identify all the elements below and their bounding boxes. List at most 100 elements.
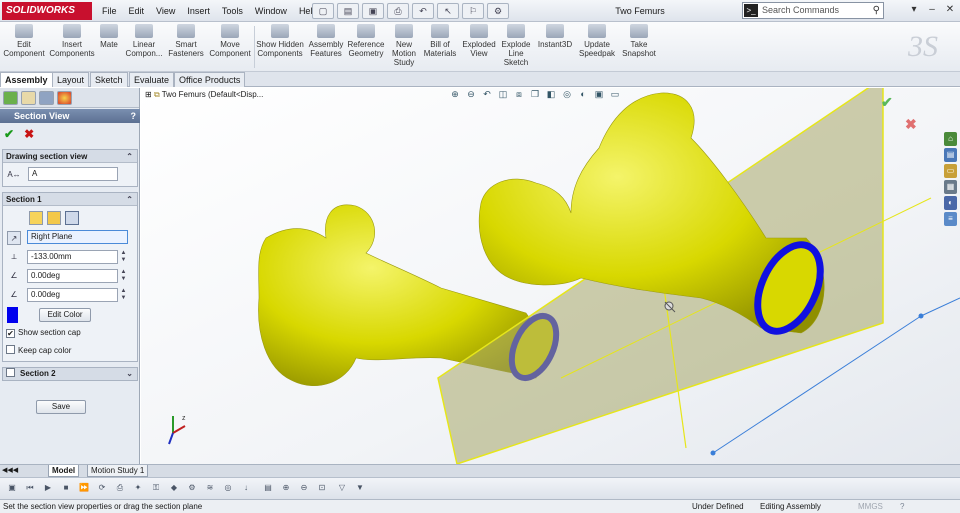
- play-from-start-icon[interactable]: ⏮: [24, 482, 36, 494]
- solidworks-logo[interactable]: SOLIDWORKS: [2, 2, 92, 20]
- confirm-ok-icon[interactable]: ✔: [881, 94, 893, 111]
- spring-icon[interactable]: ≋: [204, 482, 216, 494]
- edit-color-button[interactable]: Edit Color: [39, 308, 91, 322]
- menu-tools[interactable]: Tools: [216, 0, 249, 22]
- show-section-cap-checkbox[interactable]: ✔ Show section cap: [6, 328, 81, 338]
- minimize-icon[interactable]: –: [924, 2, 940, 18]
- ok-checkmark-icon[interactable]: ✔: [4, 127, 14, 141]
- cancel-x-icon[interactable]: ✖: [24, 127, 34, 141]
- zoom-out-icon[interactable]: ⊖: [298, 482, 310, 494]
- menu-insert[interactable]: Insert: [181, 0, 216, 22]
- menu-edit[interactable]: Edit: [123, 0, 151, 22]
- help-icon[interactable]: ?: [900, 500, 904, 513]
- zoom-fit-icon[interactable]: ⊡: [316, 482, 328, 494]
- select-icon[interactable]: ↖: [437, 3, 459, 19]
- update-speedpak-button[interactable]: Update Speedpak: [576, 24, 618, 58]
- help-icon[interactable]: ?: [131, 109, 137, 123]
- tab-sketch[interactable]: Sketch: [90, 72, 128, 87]
- calculate-icon[interactable]: ▣: [6, 482, 18, 494]
- smart-fasteners-button[interactable]: Smart Fasteners: [166, 24, 206, 58]
- design-library-icon[interactable]: ▤: [944, 148, 957, 162]
- print-icon[interactable]: ⎙: [387, 3, 409, 19]
- sketch-point[interactable]: [710, 450, 716, 456]
- plane-type-icon[interactable]: [29, 211, 43, 225]
- edit-component-button[interactable]: Edit Component: [2, 24, 46, 58]
- bill-of-materials-button[interactable]: Bill of Materials: [422, 24, 458, 58]
- face-type-icon[interactable]: [47, 211, 61, 225]
- save-button[interactable]: Save: [36, 400, 86, 414]
- configuration-manager-icon[interactable]: [39, 91, 54, 105]
- help-dropdown-icon[interactable]: ▾: [906, 2, 922, 18]
- filter-animated-icon[interactable]: ▼: [354, 482, 366, 494]
- angle-x-field[interactable]: 0.00deg: [27, 269, 118, 283]
- rebuild-icon[interactable]: ⚐: [462, 3, 484, 19]
- file-explorer-icon[interactable]: ▭: [944, 164, 957, 178]
- sketch-line[interactable]: [920, 297, 960, 317]
- tab-office-products[interactable]: Office Products: [174, 72, 246, 87]
- tab-model[interactable]: Model: [48, 465, 80, 477]
- spin-arrows-icon[interactable]: ▲ ▼: [120, 250, 127, 264]
- keep-cap-color-checkbox[interactable]: Keep cap color: [6, 345, 71, 356]
- drawing-section-header[interactable]: Drawing section view ⌃: [3, 150, 137, 163]
- menu-window[interactable]: Window: [249, 0, 293, 22]
- tab-assembly[interactable]: Assembly: [0, 72, 53, 87]
- gravity-icon[interactable]: ↓: [240, 482, 252, 494]
- custom-properties-icon[interactable]: ≡: [944, 212, 957, 226]
- feature-manager-icon[interactable]: [3, 91, 18, 105]
- zoom-in-icon[interactable]: ⊕: [280, 482, 292, 494]
- contact-icon[interactable]: ◎: [222, 482, 234, 494]
- tab-evaluate[interactable]: Evaluate: [129, 72, 175, 87]
- collapse-icon[interactable]: ⌃: [126, 193, 133, 206]
- add-key-icon[interactable]: ◆: [168, 482, 180, 494]
- playback-mode-icon[interactable]: ⟳: [96, 482, 108, 494]
- solidworks-resources-icon[interactable]: ⌂: [944, 132, 957, 146]
- close-icon[interactable]: ✕: [942, 2, 958, 18]
- section-1-header[interactable]: Section 1 ⌃: [3, 193, 137, 206]
- move-component-button[interactable]: Move Component: [208, 24, 252, 58]
- search-icon[interactable]: ⚲: [873, 3, 880, 18]
- explode-line-sketch-button[interactable]: Explode Line Sketch: [498, 24, 534, 67]
- search-input[interactable]: Search Commands: [762, 3, 839, 18]
- new-motion-study-button[interactable]: New Motion Study: [388, 24, 420, 67]
- reference-plane-icon[interactable]: [65, 211, 79, 225]
- property-manager-icon[interactable]: [21, 91, 36, 105]
- graphics-area[interactable]: ⊞ ⧉ Two Femurs (Default<Disp... ⊕ ⊖ ↶ ◫ …: [141, 88, 960, 464]
- offset-distance-field[interactable]: -133.00mm: [27, 250, 118, 264]
- section-plane-field[interactable]: Right Plane: [27, 230, 128, 244]
- spin-arrows-icon[interactable]: ▲ ▼: [120, 269, 127, 283]
- linear-pattern-button[interactable]: Linear Compon...: [124, 24, 164, 58]
- save-icon[interactable]: ▣: [362, 3, 384, 19]
- exploded-view-button[interactable]: Exploded View: [460, 24, 498, 58]
- motor-icon[interactable]: ⚙: [186, 482, 198, 494]
- tab-motion-study-1[interactable]: Motion Study 1: [87, 465, 149, 477]
- playback-speed-icon[interactable]: ⏩: [78, 482, 90, 494]
- reference-geometry-button[interactable]: Reference Geometry: [346, 24, 386, 58]
- scroll-left-icon[interactable]: ◀◀◀: [2, 466, 18, 474]
- show-hidden-components-button[interactable]: Show Hidden Components: [256, 24, 304, 58]
- section-2-header[interactable]: Section 2 ⌄: [3, 368, 137, 380]
- search-commands[interactable]: >_ Search Commands ⚲: [742, 2, 884, 19]
- mate-button[interactable]: Mate: [96, 24, 122, 49]
- angle-y-field[interactable]: 0.00deg: [27, 288, 118, 302]
- expand-icon[interactable]: ⌄: [126, 368, 133, 380]
- menu-file[interactable]: File: [96, 0, 123, 22]
- view-palette-icon[interactable]: ▦: [944, 180, 957, 194]
- spin-arrows-icon[interactable]: ▲ ▼: [120, 288, 127, 302]
- section-2-checkbox[interactable]: [6, 368, 15, 377]
- filter-icon[interactable]: ▽: [336, 482, 348, 494]
- tab-layout[interactable]: Layout: [52, 72, 90, 87]
- status-units[interactable]: MMGS: [858, 500, 883, 513]
- take-snapshot-button[interactable]: Take Snapshot: [620, 24, 658, 58]
- open-icon[interactable]: ▤: [337, 3, 359, 19]
- options-icon[interactable]: ⚙: [487, 3, 509, 19]
- display-manager-icon[interactable]: [57, 91, 72, 105]
- insert-components-button[interactable]: Insert Components: [48, 24, 96, 58]
- undo-icon[interactable]: ↶: [412, 3, 434, 19]
- collapse-icon[interactable]: ⌃: [126, 150, 133, 163]
- sketch-point[interactable]: [918, 313, 924, 319]
- section-name-field[interactable]: A: [28, 167, 118, 181]
- assembly-features-button[interactable]: Assembly Features: [306, 24, 346, 58]
- new-icon[interactable]: ▢: [312, 3, 334, 19]
- menu-view[interactable]: View: [150, 0, 181, 22]
- confirm-cancel-icon[interactable]: ✖: [905, 116, 917, 133]
